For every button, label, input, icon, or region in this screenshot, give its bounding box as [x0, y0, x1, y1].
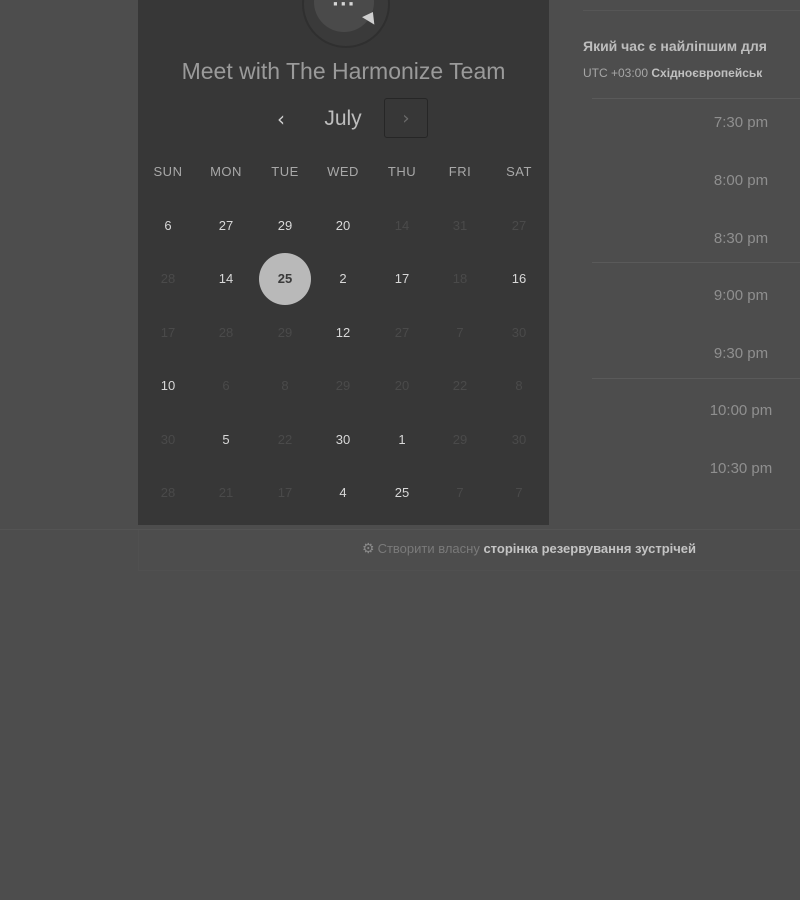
time-slot[interactable]: 7:30 pm	[592, 98, 800, 148]
calendar-day[interactable]: 10	[142, 360, 194, 412]
calendar-day[interactable]: 5	[200, 414, 252, 466]
next-month-button[interactable]: ›	[384, 98, 428, 138]
sprocket-icon: ⚙	[362, 540, 375, 556]
weekday-thu: THU	[387, 164, 417, 179]
time-slot-label: 9:30 pm	[713, 345, 769, 362]
calendar-day: 6	[222, 378, 230, 393]
calendar-day: 22	[277, 432, 293, 447]
weekday-sun: SUN	[153, 164, 183, 179]
weekday-tue: TUE	[271, 164, 299, 179]
footer-text: Створити власну	[377, 541, 480, 556]
calendar-day: 29	[452, 432, 468, 447]
month-label: July	[324, 107, 362, 130]
time-slot[interactable]: 10:30 pm	[592, 444, 800, 494]
time-slot[interactable]: 10:00 pm	[592, 386, 800, 436]
calendar-day: 20	[394, 378, 410, 393]
prev-month-button[interactable]: ‹	[266, 104, 296, 134]
calendar-day: 30	[160, 432, 176, 447]
weekday-wed: WED	[327, 164, 359, 179]
divider	[592, 378, 800, 379]
calendar-day[interactable]: 25	[376, 467, 428, 519]
calendar-day: 28	[160, 271, 176, 286]
calendar-day: 29	[277, 325, 293, 340]
divider	[592, 262, 800, 263]
calendar-day: 30	[511, 432, 527, 447]
calendar-day[interactable]: 14	[200, 253, 252, 305]
weekday-fri: FRI	[448, 164, 472, 179]
calendar-day[interactable]: 2	[317, 253, 369, 305]
calendar-day: 31	[452, 218, 468, 233]
calendar-day: 27	[511, 218, 527, 233]
calendar-day[interactable]: 29	[259, 200, 311, 252]
time-slot-label: 7:30 pm	[713, 114, 769, 131]
time-slot[interactable]: 9:30 pm	[592, 329, 800, 379]
time-slot[interactable]: 8:00 pm	[592, 156, 800, 206]
calendar-day: 14	[394, 218, 410, 233]
month-navigation: ‹ July ›	[138, 98, 549, 140]
calendar-day[interactable]: 4	[317, 467, 369, 519]
time-slot-label: 8:30 pm	[713, 230, 769, 247]
calendar-day: 28	[218, 325, 234, 340]
calendar-day: 30	[511, 325, 527, 340]
calendar-day[interactable]: 30	[317, 414, 369, 466]
calendar-day: 29	[335, 378, 351, 393]
footer-link[interactable]: ⚙ Створити власну сторінка резервування з…	[362, 540, 696, 557]
calendar-day[interactable]: 27	[200, 200, 252, 252]
calendar-day-selected[interactable]: 25	[259, 253, 311, 305]
calendar-day: 8	[515, 378, 523, 393]
time-slot-label: 8:00 pm	[713, 172, 769, 189]
calendar-day: 22	[452, 378, 468, 393]
time-slot-label: 10:00 pm	[709, 402, 773, 419]
timezone-name: Східноєвропейськ	[651, 66, 763, 80]
calendar-day[interactable]: 6	[142, 200, 194, 252]
timezone-label: UTC +03:00 Східноєвропейськ	[583, 66, 762, 80]
calendar-day: 7	[456, 485, 464, 500]
time-slot[interactable]: 9:00 pm	[592, 271, 800, 321]
top-divider	[583, 0, 800, 11]
calendar-day: 17	[277, 485, 293, 500]
calendar-day: 18	[452, 271, 468, 286]
calendar-day[interactable]: 16	[493, 253, 545, 305]
divider	[592, 98, 800, 99]
calendar-day[interactable]: 17	[376, 253, 428, 305]
weekday-header: SUN MON TUE WED THU FRI SAT	[138, 164, 549, 182]
page-title: Meet with The Harmonize Team	[181, 58, 506, 84]
calendar-day[interactable]: 12	[317, 307, 369, 359]
time-slot-label: 9:00 pm	[713, 287, 769, 304]
calendar-day[interactable]: 20	[317, 200, 369, 252]
footer-link-text[interactable]: сторінка резервування зустрічей	[483, 541, 696, 556]
calendar-day: 17	[160, 325, 176, 340]
calendar-day: 21	[218, 485, 234, 500]
time-slot[interactable]: 8:30 pm	[592, 214, 800, 264]
booking-page: ··· Meet with The Harmonize Team ‹ July …	[0, 0, 800, 900]
calendar-day: 7	[515, 485, 523, 500]
calendar-day[interactable]: 1	[376, 414, 428, 466]
calendar-day: 28	[160, 485, 176, 500]
weekday-sat: SAT	[506, 164, 532, 179]
calendar-day: 7	[456, 325, 464, 340]
weekday-mon: MON	[210, 164, 242, 179]
timezone-offset: UTC +03:00	[583, 66, 649, 80]
calendar-day: 8	[281, 378, 289, 393]
time-question: Який час є найліпшим для	[583, 38, 767, 54]
time-slot-label: 10:30 pm	[709, 460, 773, 477]
calendar-day: 27	[394, 325, 410, 340]
